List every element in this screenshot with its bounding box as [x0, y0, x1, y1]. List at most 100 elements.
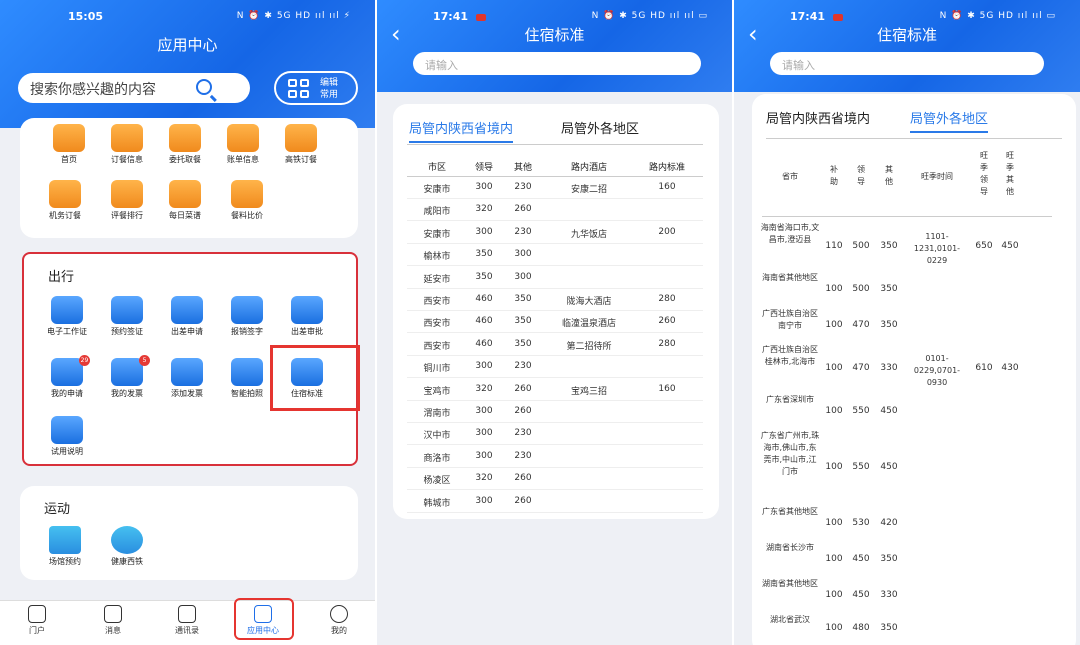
book-icon [51, 416, 83, 444]
app-trial-guide[interactable]: 试用说明 [36, 416, 98, 457]
app-smart-photo[interactable]: 智能拍照 [216, 358, 278, 399]
status-bar: 15:05 N ⏰ ✱ 5G HD ııl ııl ⚡ [0, 8, 375, 24]
app-trip-approval[interactable]: 出差审批 [276, 296, 338, 337]
tab-within-shaanxi[interactable]: 局管内陕西省境内 [409, 118, 514, 143]
tab-outside-regions[interactable]: 局管外各地区 [910, 108, 989, 133]
table-cell: 100 [825, 284, 843, 294]
column-header: 其他 [513, 163, 532, 173]
table-cell: 450 [880, 406, 898, 416]
table-cell: 咸阳市 [423, 207, 451, 218]
ranking-icon [111, 180, 143, 208]
app-crew-meal[interactable]: 机务订餐 [34, 180, 96, 221]
highlight-box [270, 345, 360, 411]
app-bill-info[interactable]: 账单信息 [212, 124, 274, 165]
table-cell: 100 [825, 406, 843, 416]
app-reimburse-sign[interactable]: 报销签字 [216, 296, 278, 337]
app-health-xitie[interactable]: 健康西铁 [96, 526, 158, 567]
table-cell: 广东省深圳市 [766, 395, 814, 404]
tab-contacts[interactable]: 通讯录 [152, 605, 222, 636]
table-cell: 广东省广州市,珠海市,佛山市,东莞市,中山市,江门市 [760, 431, 820, 476]
sport-apps-card: 运动 场馆预约 健康西铁 [20, 486, 358, 580]
app-highspeed-rail-meal[interactable]: 高铁订餐 [270, 124, 332, 165]
table-cell: 280 [658, 338, 676, 349]
app-my-invoices[interactable]: 5 我的发票 [96, 355, 158, 399]
home-icon [28, 605, 46, 623]
table-cell: 350 [880, 241, 898, 251]
table-cell: 350 [880, 320, 898, 330]
app-order-info[interactable]: 订餐信息 [96, 124, 158, 165]
tab-outside-regions[interactable]: 局管外各地区 [561, 118, 639, 137]
app-center-screen: 15:05 N ⏰ ✱ 5G HD ııl ııl ⚡ 应用中心 搜索你感兴趣的… [0, 0, 375, 645]
table-cell: 320 [475, 473, 493, 484]
table-cell: 广东省其他地区 [762, 507, 818, 516]
table-cell: 0101-0229,0701-0930 [913, 354, 961, 387]
header: 15:05 N ⏰ ✱ 5G HD ııl ııl ⚡ 应用中心 搜索你感兴趣的… [0, 0, 375, 128]
search-input[interactable]: 请输入 [413, 52, 701, 75]
bowl-icon [53, 124, 85, 152]
table-cell: 420 [880, 518, 898, 528]
status-icons: N ⏰ ✱ 5G HD ııl ııl ▭ [939, 11, 1056, 21]
table-cell: 260 [514, 406, 532, 416]
app-ingredient-compare[interactable]: 餐料比价 [216, 180, 278, 221]
app-delegate-pickup[interactable]: 委托取餐 [154, 124, 216, 165]
search-input[interactable]: 请输入 [770, 52, 1044, 75]
table-cell: 第二招待所 [566, 341, 612, 352]
table-cell: 460 [475, 294, 493, 304]
table-cell: 350 [475, 249, 493, 260]
status-time: 15:05 [68, 10, 104, 23]
table-cell: 350 [880, 284, 898, 294]
app-visa-appointment[interactable]: 预约签证 [96, 296, 158, 337]
invoice-icon [111, 358, 143, 386]
app-home[interactable]: 首页 [38, 124, 100, 165]
standards-card: 局管内陕西省境内 局管外各地区 省市 补助领导其他 旺季时间 旺季领导 旺季其他海南省海… [752, 94, 1076, 645]
table-cell: 广西壮族自治区桂林市,北海市 [762, 345, 818, 366]
app-my-applications[interactable]: 29 我的申请 [36, 355, 98, 399]
table-cell: 160 [658, 182, 676, 192]
status-icons: N ⏰ ✱ 5G HD ııl ııl ⚡ [236, 11, 351, 21]
table-cell: 西安市 [423, 319, 451, 330]
search-input[interactable]: 搜索你感兴趣的内容 [18, 73, 250, 103]
tab-messages[interactable]: 消息 [78, 605, 148, 636]
notification-badge: 5 [139, 355, 150, 366]
edit-common-button[interactable]: 编辑 常用 [274, 71, 358, 105]
column-header: 省市 [782, 172, 798, 181]
table-cell: 350 [880, 623, 898, 633]
app-venue-booking[interactable]: 场馆预约 [34, 526, 96, 567]
app-meal-ranking[interactable]: 评餐排行 [96, 180, 158, 221]
table-cell: 320 [475, 383, 493, 394]
table-cell: 260 [658, 316, 676, 327]
app-add-invoice[interactable]: 添加发票 [156, 358, 218, 399]
column-header: 路内标准 [648, 163, 685, 173]
tab-within-shaanxi[interactable]: 局管内陕西省境内 [766, 108, 870, 127]
table-cell: 300 [475, 450, 493, 461]
app-daily-menu[interactable]: 每日菜谱 [154, 180, 216, 221]
table-cell: 450 [852, 554, 870, 564]
table-cell: 300 [475, 361, 493, 372]
table-cell: 韩城市 [423, 498, 451, 509]
page-title: 应用中心 [157, 36, 218, 54]
table-cell: 330 [880, 363, 898, 373]
food-icon [111, 124, 143, 152]
app-trip-request[interactable]: 出差申请 [156, 296, 218, 337]
app-e-work-card[interactable]: 电子工作证 [36, 296, 98, 337]
section-title-travel: 出行 [48, 270, 75, 285]
table-cell: 100 [825, 363, 843, 373]
table-cell: 300 [514, 271, 532, 282]
table-cell: 350 [880, 554, 898, 564]
status-bar: 17:41 N ⏰ ✱ 5G HD ııl ııl ▭ [377, 8, 732, 24]
tab-me[interactable]: 我的 [304, 605, 374, 636]
menu-icon [169, 180, 201, 208]
table-cell: 海南省其他地区 [762, 273, 818, 282]
tab-portal[interactable]: 门户 [2, 605, 72, 636]
table-cell: 300 [475, 406, 493, 416]
user-icon [330, 605, 348, 623]
column-header: 旺季时间 [921, 172, 953, 181]
bottom-tab-bar: 门户 消息 通讯录 应用中心 我的 [0, 600, 375, 645]
page-title: 住宿标准 [876, 26, 937, 44]
search-icon[interactable] [196, 79, 212, 95]
table-cell: 450 [880, 462, 898, 472]
table-cell: 九华饭店 [570, 229, 607, 240]
page-title: 住宿标准 [524, 26, 585, 44]
table-cell: 300 [475, 226, 493, 237]
briefcase-icon [171, 296, 203, 324]
